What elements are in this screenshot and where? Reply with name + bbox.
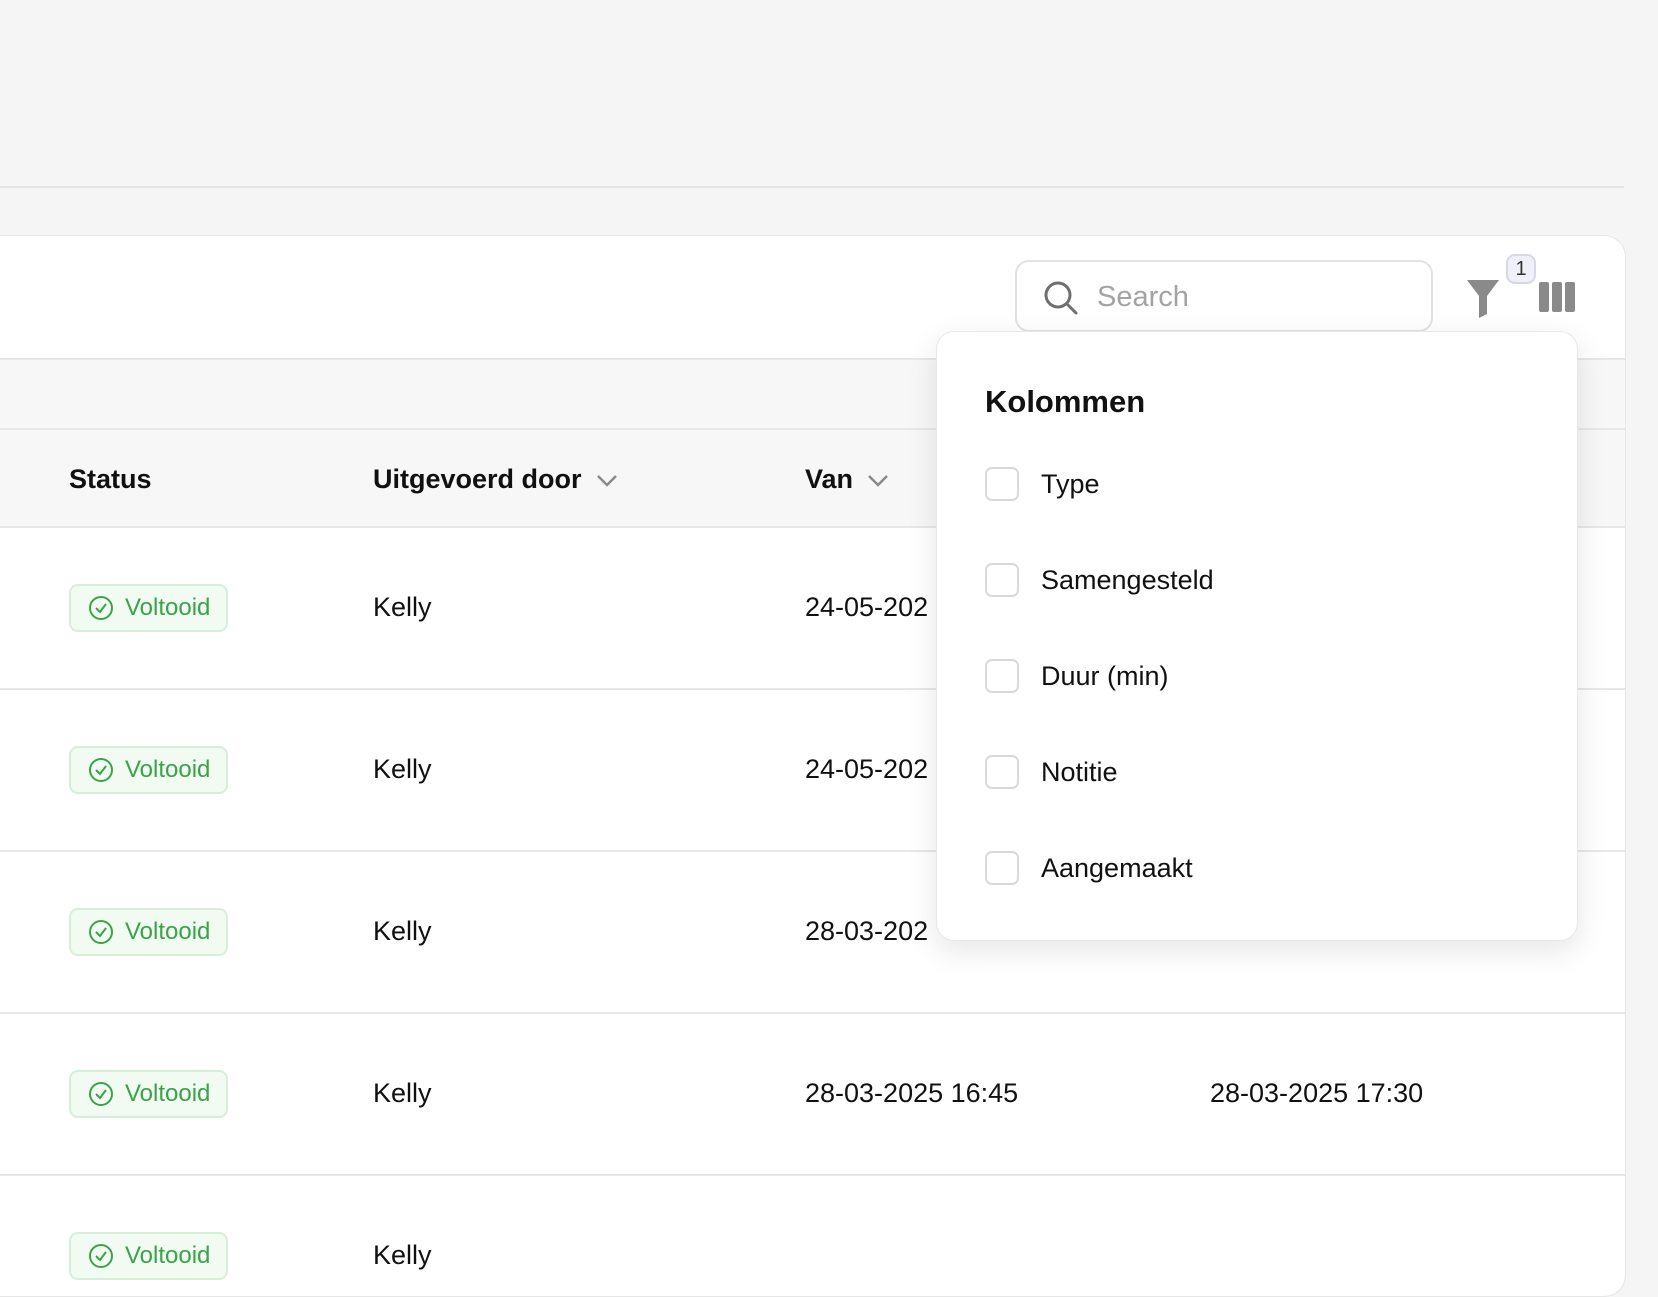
filter-count-badge: 1 xyxy=(1506,254,1536,284)
cell-user: Kelly xyxy=(373,916,432,946)
column-option-type[interactable]: Type xyxy=(985,464,1100,504)
column-header-status[interactable]: Status xyxy=(69,464,152,495)
columns-icon xyxy=(1539,282,1575,312)
cell-from: 28-03-202 xyxy=(805,916,929,946)
columns-dropdown: Kolommen Type Samengesteld Duur (min) No… xyxy=(936,331,1578,941)
check-circle-icon xyxy=(89,1244,113,1268)
filter-button[interactable] xyxy=(1463,276,1503,320)
column-header-uitgevoerd-door[interactable]: Uitgevoerd door xyxy=(373,464,618,495)
cell-from: 28-03-2025 16:45 xyxy=(805,1078,1019,1108)
chevron-down-icon xyxy=(868,474,888,487)
cell-to: 28-03-2025 17:30 xyxy=(1210,1078,1424,1108)
cell-user: Kelly xyxy=(373,754,432,784)
check-circle-icon xyxy=(89,1082,113,1106)
status-badge: Voltooid xyxy=(69,746,229,794)
cell-user: Kelly xyxy=(373,1240,432,1270)
status-badge: Voltooid xyxy=(69,1070,229,1118)
checkbox[interactable] xyxy=(985,659,1019,693)
search-icon xyxy=(1044,281,1078,315)
filter-icon xyxy=(1467,280,1499,318)
columns-button[interactable] xyxy=(1537,280,1577,314)
checkbox[interactable] xyxy=(985,563,1019,597)
status-badge: Voltooid xyxy=(69,1232,229,1280)
table-row[interactable]: Voltooid Kelly 28-03-2025 16:45 28-03-20… xyxy=(0,1014,1625,1176)
checkbox[interactable] xyxy=(985,467,1019,501)
search-box[interactable] xyxy=(1015,260,1433,332)
search-input[interactable] xyxy=(1095,274,1419,320)
dropdown-title: Kolommen xyxy=(985,384,1146,419)
column-header-van[interactable]: Van xyxy=(805,464,889,495)
cell-user: Kelly xyxy=(373,592,432,622)
column-option-samengesteld[interactable]: Samengesteld xyxy=(985,560,1214,600)
check-circle-icon xyxy=(89,758,113,782)
cell-user: Kelly xyxy=(373,1078,432,1108)
header-divider xyxy=(0,186,1624,188)
check-circle-icon xyxy=(89,596,113,620)
checkbox[interactable] xyxy=(985,755,1019,789)
cell-from: 24-05-202 xyxy=(805,592,929,622)
check-circle-icon xyxy=(89,920,113,944)
column-option-aangemaakt[interactable]: Aangemaakt xyxy=(985,848,1193,888)
chevron-down-icon xyxy=(596,474,617,487)
status-badge: Voltooid xyxy=(69,584,229,632)
column-option-duur[interactable]: Duur (min) xyxy=(985,656,1169,696)
column-option-notitie[interactable]: Notitie xyxy=(985,752,1118,792)
status-badge: Voltooid xyxy=(69,908,229,956)
table-row[interactable]: Voltooid Kelly xyxy=(0,1176,1625,1296)
checkbox[interactable] xyxy=(985,851,1019,885)
cell-from: 24-05-202 xyxy=(805,754,929,784)
